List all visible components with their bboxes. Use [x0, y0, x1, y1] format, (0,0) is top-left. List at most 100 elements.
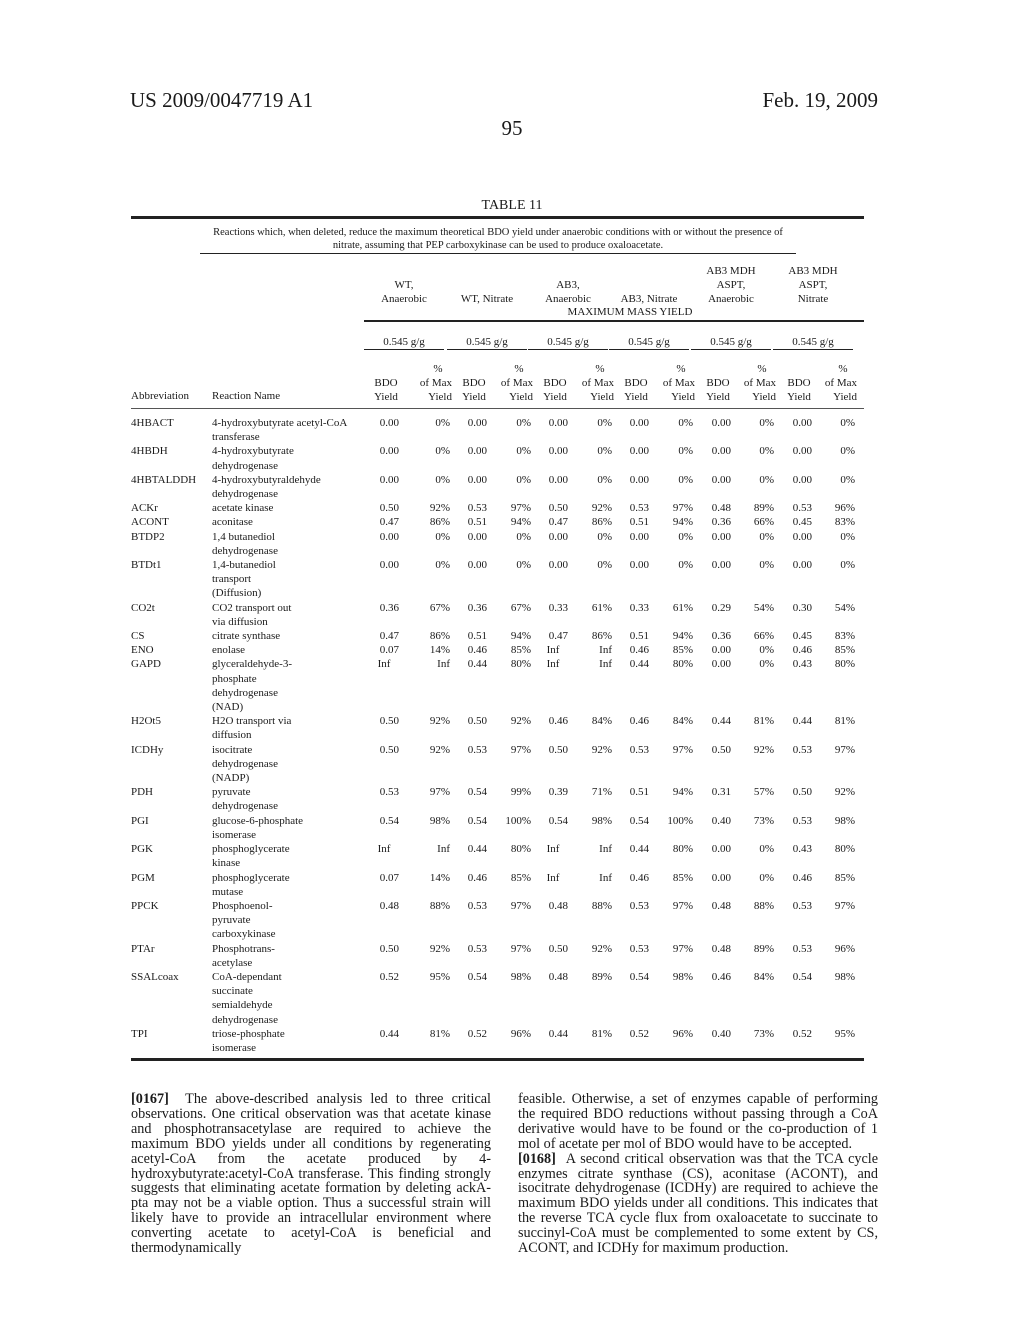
reaction-name: 1,4-butanediol transport (Diffusion) — [212, 559, 276, 600]
percent-max-yield-cell: 92% — [429, 743, 450, 756]
percent-max-yield-cell: 97% — [510, 502, 531, 515]
bdo-yield-cell: 0.00 — [379, 559, 399, 572]
paragraph-text: The above-described analysis led to thre… — [131, 1091, 491, 1257]
publication-date: Feb. 19, 2009 — [762, 88, 879, 112]
percent-max-yield-cell: 54% — [753, 601, 774, 614]
percent-max-yield-cell: 97% — [834, 899, 855, 912]
percent-max-yield-cell: 92% — [591, 502, 612, 515]
sub-header-percent-max-yield: % of Max Yield — [743, 363, 776, 403]
percent-max-yield-cell: Inf — [599, 871, 612, 884]
percent-max-yield-cell: 80% — [672, 843, 693, 856]
reaction-name: glucose-6-phosphate isomerase — [212, 814, 304, 841]
bdo-yield-cell: 0.50 — [711, 743, 731, 756]
bdo-yield-cell: 0.48 — [711, 502, 731, 515]
percent-max-yield-cell: 84% — [672, 715, 693, 728]
bdo-yield-cell: 0.44 — [467, 843, 487, 856]
percent-max-yield-cell: 97% — [672, 942, 693, 955]
percent-max-yield-cell: 85% — [672, 871, 693, 884]
table-title: TABLE 11 — [481, 198, 543, 213]
bdo-yield-cell: 0.00 — [467, 417, 487, 429]
bdo-yield-cell: 0.46 — [629, 871, 649, 884]
bdo-yield-cell: 0.52 — [792, 1027, 812, 1040]
table-caption: Reactions which, when deleted, reduce th… — [200, 226, 796, 254]
percent-max-yield-cell: 66% — [753, 516, 774, 529]
reaction-abbreviation: PDH — [131, 786, 154, 799]
bdo-yield-cell: 0.00 — [711, 644, 731, 657]
bdo-yield-cell: 0.00 — [711, 530, 731, 543]
percent-max-yield-cell: 92% — [834, 786, 855, 799]
table-top-rule — [131, 216, 864, 219]
bdo-yield-cell: 0.39 — [548, 786, 568, 799]
percent-max-yield-cell: 61% — [591, 601, 612, 614]
percent-max-yield-cell: 98% — [591, 814, 612, 827]
bdo-yield-cell: 0.00 — [711, 658, 731, 671]
percent-max-yield-cell: 94% — [672, 786, 693, 799]
bdo-yield-cell: 0.46 — [629, 644, 649, 657]
table-row: PGK phosphoglycerate kinase Inf Inf 0.44 80% In… — [131, 842, 864, 870]
table-row: ACKr acetate kinase 0.50 92% 0.53 97% 0.50 92% 0… — [131, 501, 864, 515]
percent-max-yield-cell: 98% — [672, 970, 693, 983]
sub-header-bdo-yield: BDO Yield — [543, 377, 567, 403]
bdo-yield-cell: 0.44 — [467, 658, 487, 671]
reaction-name: isocitrate dehydrogenase (NADP) — [212, 743, 278, 785]
table-row: BTDt1 1,4-butanediol transport (Diffusion) 0… — [131, 558, 864, 601]
bdo-yield-cell: 0.00 — [711, 843, 731, 856]
bdo-yield-cell: 0.54 — [548, 814, 568, 827]
bdo-yield-cell: 0.00 — [792, 417, 812, 429]
percent-max-yield-cell: 96% — [834, 502, 855, 515]
bdo-yield-cell: 0.53 — [792, 942, 812, 955]
table-row: ENO enolase 0.07 14% 0.46 85% Inf Inf 0.46 85% 0.0… — [131, 643, 864, 657]
condition-header: AB3, Anaerobic — [545, 279, 591, 305]
percent-max-yield-cell: 88% — [591, 899, 612, 912]
reaction-name: acetate kinase — [212, 502, 274, 515]
percent-max-yield-cell: 0% — [597, 530, 612, 543]
table-row: PGM phosphoglycerate mutase 0.07 14% 0.46 85% I… — [131, 871, 864, 899]
bdo-yield-cell: 0.46 — [467, 644, 487, 657]
group-label: MAXIMUM MASS YIELD — [567, 306, 693, 318]
reaction-name: glyceraldehyde-3- phosphate dehydrogenase(… — [212, 658, 293, 714]
bdo-yield-cell: 0.53 — [792, 502, 812, 515]
percent-max-yield-cell: 14% — [429, 644, 450, 657]
bdo-yield-cell: 0.46 — [711, 970, 731, 983]
paragraph-text: feasible. Otherwise, a set of enzymes ca… — [518, 1091, 878, 1152]
table-row: ICDHy isocitrate dehydrogenase (NADP) 0.50 92… — [131, 743, 864, 786]
bdo-yield-cell: 0.00 — [379, 473, 399, 486]
percent-max-yield-cell: 99% — [510, 786, 531, 799]
bdo-yield-cell: 0.46 — [548, 715, 568, 728]
percent-max-yield-cell: 85% — [834, 644, 855, 657]
bdo-yield-cell: 0.31 — [711, 786, 731, 799]
bdo-yield-cell: 0.53 — [629, 899, 649, 912]
percent-max-yield-cell: 92% — [753, 743, 774, 756]
percent-max-yield-cell: 81% — [429, 1027, 450, 1040]
percent-max-yield-cell: 85% — [834, 871, 855, 884]
bdo-yield-cell: 0.00 — [467, 445, 487, 458]
condition-header: AB3, Nitrate — [620, 293, 678, 305]
percent-max-yield-cell: 0% — [759, 445, 774, 458]
max-yield-value: 0.545 g/g — [447, 335, 527, 350]
bdo-yield-cell: 0.00 — [467, 559, 487, 572]
paragraph-number: [0168] — [518, 1150, 556, 1167]
bdo-yield-cell: 0.43 — [792, 658, 812, 671]
percent-max-yield-cell: 66% — [753, 630, 774, 643]
reaction-name: aconitase — [212, 516, 253, 529]
bdo-yield-cell: Inf — [546, 644, 560, 657]
reaction-abbreviation: SSALcoax — [131, 970, 179, 983]
percent-max-yield-cell: 97% — [510, 942, 531, 955]
bdo-yield-cell: 0.54 — [467, 814, 487, 827]
percent-max-yield-cell: Inf — [599, 644, 612, 657]
bdo-yield-cell: 0.40 — [711, 1027, 731, 1040]
bdo-yield-cell: 0.54 — [467, 786, 487, 799]
bdo-yield-cell: 0.50 — [792, 786, 812, 799]
max-yield-value: 0.545 g/g — [364, 335, 444, 350]
percent-max-yield-cell: 73% — [753, 814, 774, 827]
percent-max-yield-cell: 97% — [672, 502, 693, 515]
table-row: PPCK Phosphoenol-pyruvate carboxykinase 0.4… — [131, 899, 864, 942]
reaction-name: H2O transport via diffusion — [212, 715, 292, 742]
percent-max-yield-cell: 84% — [753, 970, 774, 983]
percent-max-yield-cell: 86% — [429, 516, 450, 529]
bdo-yield-cell: 0.47 — [379, 630, 399, 643]
percent-max-yield-cell: 98% — [429, 814, 450, 827]
percent-max-yield-cell: 92% — [429, 502, 450, 515]
reaction-name: 4-hydroxybutyrate dehydrogenase — [212, 445, 294, 472]
sub-header-bdo-yield: BDO Yield — [374, 377, 398, 403]
